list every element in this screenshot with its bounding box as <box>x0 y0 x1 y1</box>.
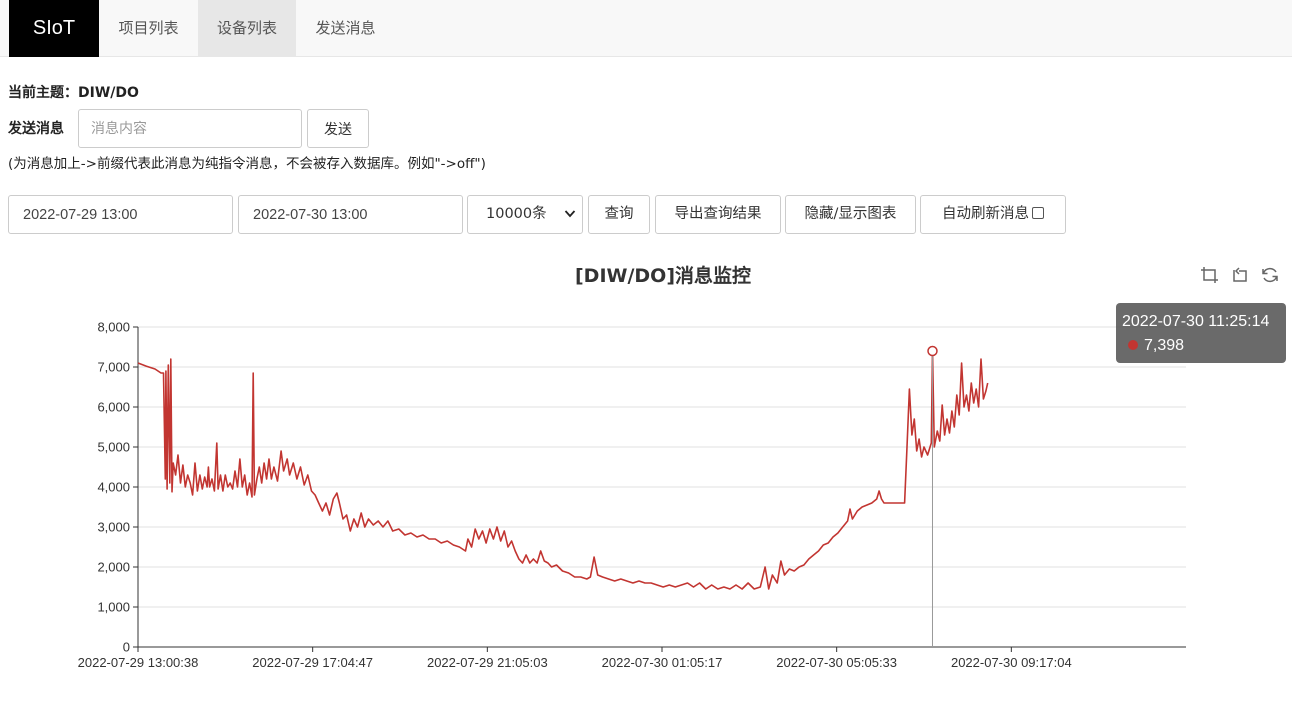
toggle-chart-button[interactable]: 隐藏/显示图表 <box>785 195 916 234</box>
y-tick-label: 7,000 <box>97 360 130 375</box>
nav-item-send-message[interactable]: 发送消息 <box>296 0 395 57</box>
y-tick-label: 2,000 <box>97 560 130 575</box>
end-time-input[interactable] <box>238 195 463 234</box>
x-tick-label: 2022-07-30 09:17:04 <box>951 655 1072 670</box>
tooltip-time: 2022-07-30 11:25:14 <box>1122 313 1270 330</box>
tooltip-value: 7,398 <box>1144 337 1185 354</box>
y-tick-label: 8,000 <box>97 320 130 335</box>
send-message-label: 发送消息 <box>8 121 64 137</box>
chevron-down-icon <box>564 196 576 248</box>
send-button[interactable]: 发送 <box>307 109 369 148</box>
nav-item-projects[interactable]: 项目列表 <box>99 0 198 57</box>
auto-refresh-checkbox[interactable] <box>1032 207 1044 219</box>
y-tick-label: 5,000 <box>97 440 130 455</box>
current-topic: 当前主题：DIW/DO <box>8 85 139 101</box>
auto-refresh-toggle[interactable]: 自动刷新消息 <box>920 195 1066 234</box>
message-input[interactable] <box>78 109 302 148</box>
y-tick-label: 3,000 <box>97 520 130 535</box>
start-time-input[interactable] <box>8 195 233 234</box>
x-tick-label: 2022-07-30 01:05:17 <box>602 655 723 670</box>
x-tick-label: 2022-07-29 17:04:47 <box>252 655 373 670</box>
y-tick-label: 6,000 <box>97 400 130 415</box>
tooltip-series-dot <box>1128 340 1138 350</box>
search-button[interactable]: 查询 <box>588 195 650 234</box>
y-tick-label: 0 <box>123 640 130 655</box>
highlight-point <box>927 345 938 357</box>
series-line <box>137 350 989 590</box>
x-tick-label: 2022-07-29 13:00:38 <box>78 655 199 670</box>
x-tick-label: 2022-07-30 05:05:33 <box>776 655 897 670</box>
y-tick-label: 4,000 <box>97 480 130 495</box>
y-tick-label: 1,000 <box>97 600 130 615</box>
nav-item-devices[interactable]: 设备列表 <box>198 0 296 57</box>
brand-logo[interactable]: SIoT <box>9 0 99 57</box>
limit-select-value: 10000条 <box>486 206 547 222</box>
chart-container: [DIW/DO]消息监控 0 1,000 2,000 3,000 4,000 5,000 6… <box>0 250 1292 720</box>
chart-tooltip: 2022-07-30 11:25:14 7,398 <box>1116 303 1286 363</box>
auto-refresh-label: 自动刷新消息 <box>942 206 1029 222</box>
limit-select[interactable]: 10000条 <box>467 195 583 234</box>
navbar: SIoT 项目列表 设备列表 发送消息 <box>0 0 1292 57</box>
line-chart[interactable]: 0 1,000 2,000 3,000 4,000 5,000 6,000 7,000 8,00… <box>0 250 1292 720</box>
send-hint: (为消息加上->前缀代表此消息为纯指令消息，不会被存入数据库。例如"->off"… <box>8 156 486 172</box>
x-tick-label: 2022-07-29 21:05:03 <box>427 655 548 670</box>
export-results-button[interactable]: 导出查询结果 <box>655 195 781 234</box>
